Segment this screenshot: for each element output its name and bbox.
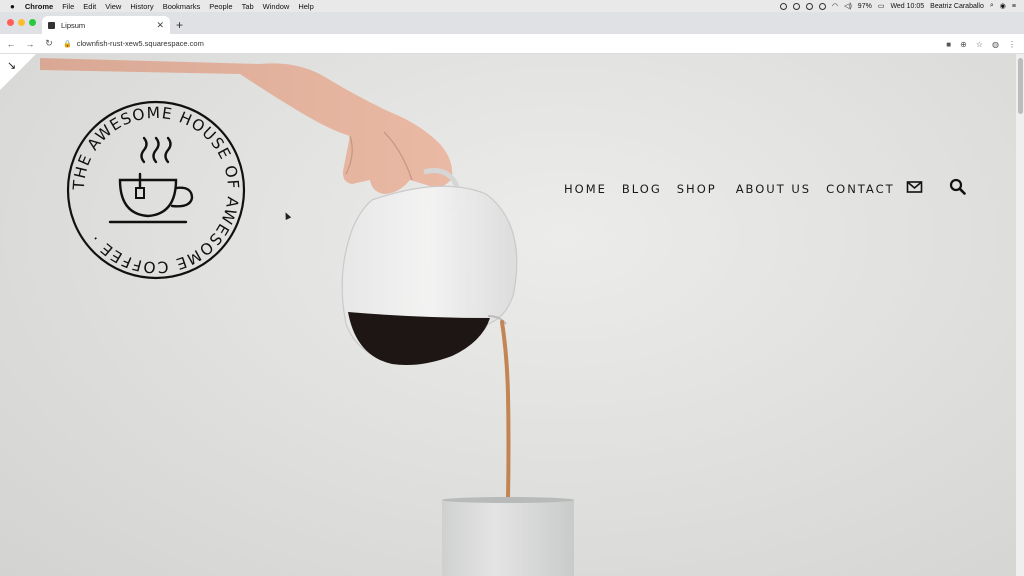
scrollbar-thumb[interactable] (1018, 58, 1023, 114)
lock-icon[interactable]: 🔒 (63, 40, 72, 48)
os-menu-bar: ● Chrome File Edit View History Bookmark… (0, 0, 1024, 12)
browser-toolbar: ← → ↻ 🔒 clownfish-rust-xew5.squarespace.… (0, 34, 1024, 54)
volume-icon[interactable]: ◁) (844, 2, 852, 10)
notification-center-icon[interactable]: ≡ (1012, 3, 1016, 10)
menu-file[interactable]: File (62, 2, 74, 11)
search-icon[interactable] (949, 178, 966, 195)
web-page: ↘ THE AWESOME HOUSE OF AWESOME COFFEE · … (0, 54, 1024, 576)
coffee-cup-icon (108, 136, 194, 224)
tray-icon[interactable] (779, 2, 787, 10)
site-logo[interactable]: THE AWESOME HOUSE OF AWESOME COFFEE · (64, 98, 248, 282)
close-tab-icon[interactable]: ✕ (156, 20, 164, 31)
menu-help[interactable]: Help (298, 2, 313, 11)
nav-contact[interactable]: CONTACT (826, 182, 895, 196)
menu-history[interactable]: History (130, 2, 153, 11)
battery-icon[interactable]: ▭ (878, 2, 885, 10)
tab-strip: Lipsum ✕ + (0, 12, 1024, 34)
profile-icon[interactable]: ◍ (992, 40, 999, 49)
browser-tab[interactable]: Lipsum ✕ (42, 16, 170, 34)
scrollbar[interactable] (1016, 54, 1024, 576)
favicon-icon (48, 21, 55, 29)
forward-button[interactable]: → (22, 39, 38, 49)
window-controls (7, 19, 36, 26)
menu-people[interactable]: People (209, 2, 232, 11)
close-window-button[interactable] (7, 19, 14, 26)
tray-icon[interactable] (792, 2, 800, 10)
menu-bookmarks[interactable]: Bookmarks (163, 2, 201, 11)
menu-chrome[interactable]: Chrome (25, 2, 53, 11)
logo-ring-text: THE AWESOME HOUSE OF AWESOME COFFEE · (70, 104, 242, 276)
menu-view[interactable]: View (105, 2, 121, 11)
minimize-window-button[interactable] (18, 19, 25, 26)
address-bar[interactable]: 🔒 clownfish-rust-xew5.squarespace.com (63, 39, 204, 48)
mail-icon[interactable] (906, 178, 923, 195)
spotlight-icon[interactable]: ⌕ (990, 2, 994, 10)
nav-shop[interactable]: SHOP (677, 182, 717, 196)
user-name[interactable]: Beatriz Caraballo (930, 3, 984, 10)
expand-arrow-icon[interactable]: ↘ (7, 59, 16, 72)
nav-home[interactable]: HOME (564, 182, 607, 196)
siri-icon[interactable]: ◉ (1000, 2, 1006, 10)
bookmark-star-icon[interactable]: ☆ (976, 40, 983, 49)
back-button[interactable]: ← (3, 39, 19, 49)
wifi-icon[interactable]: ◠ (832, 2, 838, 10)
menu-window[interactable]: Window (263, 2, 290, 11)
site-nav: HOME BLOG SHOP ABOUT US CONTACT (564, 182, 895, 196)
nav-about-us[interactable]: ABOUT US (736, 182, 811, 196)
reload-button[interactable]: ↻ (41, 38, 57, 49)
corner-fold (0, 54, 36, 90)
tray-icon[interactable] (805, 2, 813, 10)
zoom-icon[interactable]: ⊕ (960, 40, 967, 49)
more-menu-icon[interactable]: ⋮ (1008, 40, 1016, 49)
camera-icon[interactable]: ■ (946, 40, 951, 49)
nav-actions (906, 178, 966, 195)
new-tab-button[interactable]: + (176, 18, 183, 32)
apple-icon[interactable]: ● (10, 2, 15, 11)
status-tray: ◠ ◁) 97% ▭ Wed 10:05 Beatriz Caraballo ⌕… (779, 0, 1016, 12)
nav-blog[interactable]: BLOG (622, 182, 662, 196)
tab-title: Lipsum (61, 20, 86, 30)
maximize-window-button[interactable] (29, 19, 36, 26)
menu-tab[interactable]: Tab (242, 2, 254, 11)
clock[interactable]: Wed 10:05 (890, 3, 924, 10)
url-text: clownfish-rust-xew5.squarespace.com (76, 39, 204, 48)
battery-percent: 97% (857, 2, 872, 10)
menu-edit[interactable]: Edit (83, 2, 96, 11)
tray-icon[interactable] (818, 2, 826, 10)
